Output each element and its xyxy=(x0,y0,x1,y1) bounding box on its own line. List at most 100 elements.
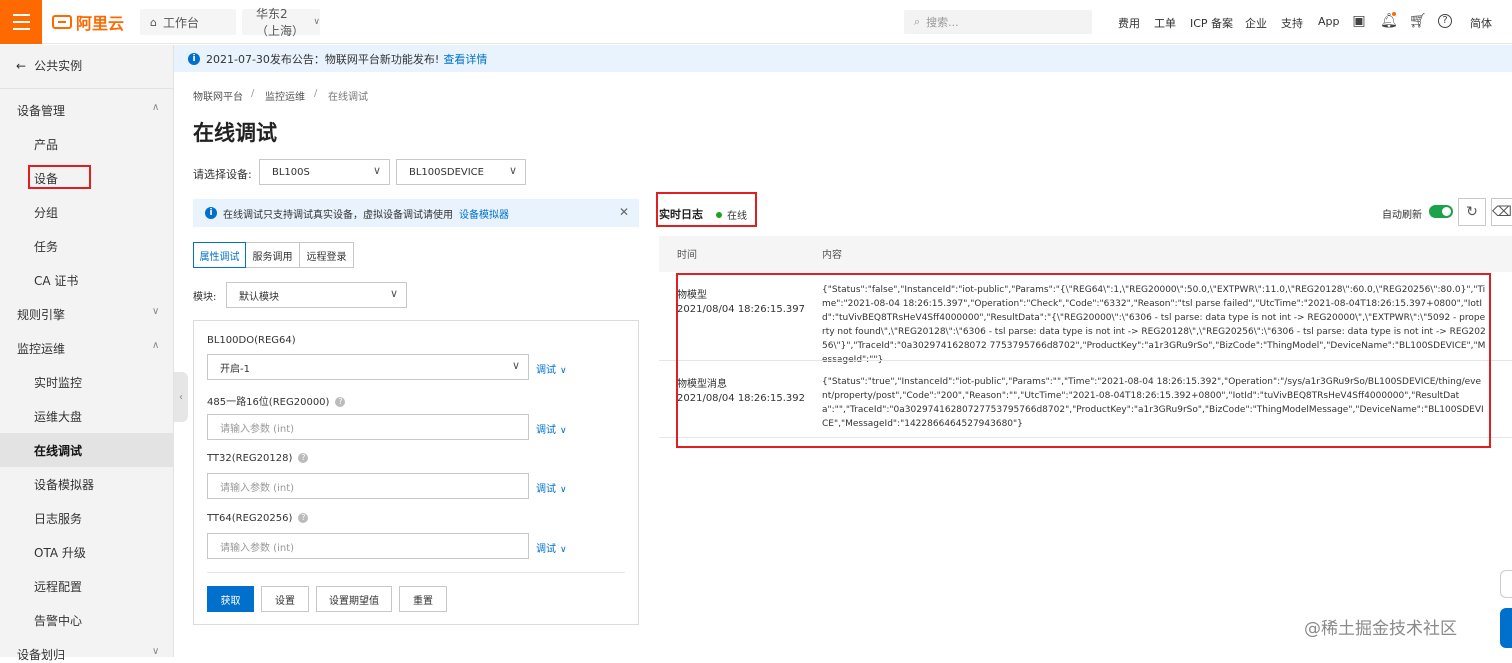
module-label: 模块: xyxy=(193,292,217,303)
reset-button[interactable]: 重置 xyxy=(399,586,447,612)
info-icon: i xyxy=(188,52,200,65)
device-select[interactable]: BL100SDEVICE ∨ xyxy=(396,159,526,185)
breadcrumb-separator: / xyxy=(251,88,255,99)
sidebar-item-ops-dashboard[interactable]: 运维大盘 xyxy=(34,408,82,425)
reg64-select[interactable]: 开启-1 ∨ xyxy=(207,354,529,380)
nav-enterprise[interactable]: 企业 xyxy=(1245,15,1267,31)
annotation-box-log-title xyxy=(656,192,757,227)
sidebar-item-ota[interactable]: OTA 升级 xyxy=(34,544,86,561)
sidebar-group-device-assignment[interactable]: 设备划归 xyxy=(17,646,65,663)
sidebar-item-remote-config[interactable]: 远程配置 xyxy=(34,578,82,595)
breadcrumb-current: 在线调试 xyxy=(328,92,368,103)
get-button[interactable]: 获取 xyxy=(207,586,254,612)
auto-refresh-label: 自动刷新 xyxy=(1382,210,1422,221)
sidebar-item-groups[interactable]: 分组 xyxy=(34,204,58,221)
debug-link-reg20000[interactable]: 调试 ∨ xyxy=(536,421,567,436)
help-icon[interactable]: ? xyxy=(1438,14,1452,28)
annotation-box-devices xyxy=(28,165,91,189)
reg20256-placeholder: 请输入参数 (int) xyxy=(220,542,295,554)
feedback-button[interactable] xyxy=(1500,570,1512,598)
language-switch[interactable]: 简体 xyxy=(1470,15,1492,31)
chevron-down-icon: ∨ xyxy=(313,17,320,27)
close-icon[interactable]: ✕ xyxy=(619,205,629,219)
reg64-value: 开启-1 xyxy=(220,363,250,375)
reg20000-input[interactable]: 请输入参数 (int) xyxy=(207,414,529,440)
workbench-button[interactable]: ⌂ 工作台 xyxy=(140,9,236,35)
nav-icp[interactable]: ICP 备案 xyxy=(1190,15,1233,31)
debug-link-reg64[interactable]: 调试 ∨ xyxy=(536,361,567,376)
top-bar: 阿里云 ⌂ 工作台 华东2（上海） ∨ ⌕ 搜索... 费用 工单 ICP 备案… xyxy=(0,0,1512,44)
hamburger-menu-button[interactable] xyxy=(0,0,42,44)
sidebar-item-log-service[interactable]: 日志服务 xyxy=(34,510,82,527)
announcement-link[interactable]: 查看详情 xyxy=(443,51,487,67)
collapse-sidebar-handle[interactable]: ‹ xyxy=(174,372,188,422)
panel-divider xyxy=(207,572,625,573)
sidebar-item-products[interactable]: 产品 xyxy=(34,136,58,153)
help-icon[interactable]: ? xyxy=(335,397,346,407)
sidebar-item-ca-cert[interactable]: CA 证书 xyxy=(34,272,78,289)
sidebar-item-online-debug[interactable]: 在线调试 xyxy=(34,442,82,459)
back-to-instances[interactable]: ← 公共实例 xyxy=(16,57,82,74)
workbench-label: 工作台 xyxy=(162,15,199,30)
auto-refresh-toggle[interactable] xyxy=(1429,205,1453,218)
chevron-down-icon[interactable]: ∨ xyxy=(152,646,159,657)
sidebar-item-realtime-monitor[interactable]: 实时监控 xyxy=(34,374,82,391)
sidebar-item-tasks[interactable]: 任务 xyxy=(34,238,58,255)
chevron-down-icon: ∨ xyxy=(511,359,520,372)
debug-link-reg20128[interactable]: 调试 ∨ xyxy=(536,480,567,495)
refresh-icon[interactable]: ↻ xyxy=(1458,198,1486,226)
debug-link-reg20256[interactable]: 调试 ∨ xyxy=(536,540,567,555)
help-icon[interactable]: ? xyxy=(298,453,309,463)
chevron-down-icon[interactable]: ∨ xyxy=(152,306,159,317)
notification-dot xyxy=(1392,12,1396,16)
reg20128-label-text: TT32(REG20128) xyxy=(207,453,293,464)
sidebar-group-monitoring[interactable]: 监控运维 xyxy=(17,340,65,357)
float-help-button[interactable] xyxy=(1500,608,1512,648)
debug-link-label: 调试 xyxy=(536,425,556,436)
clear-log-icon[interactable]: ⌫ xyxy=(1491,198,1512,226)
region-selector[interactable]: 华东2（上海） ∨ xyxy=(242,7,320,38)
property-label-reg20256: TT64(REG20256)? xyxy=(207,513,309,524)
breadcrumb-monitoring[interactable]: 监控运维 xyxy=(265,88,305,103)
set-expected-button[interactable]: 设置期望值 xyxy=(316,586,392,612)
nav-tickets[interactable]: 工单 xyxy=(1154,15,1176,31)
tab-remote-login[interactable]: 远程登录 xyxy=(300,242,354,268)
tab-service-call[interactable]: 服务调用 xyxy=(246,242,300,268)
tab-property-debug[interactable]: 属性调试 xyxy=(193,242,246,268)
terminal-icon[interactable]: ▣ xyxy=(1351,13,1367,29)
reg20000-placeholder: 请输入参数 (int) xyxy=(220,423,295,435)
debug-link-label: 调试 xyxy=(536,484,556,495)
module-select[interactable]: 默认模块 ∨ xyxy=(226,282,407,308)
chevron-down-icon: ∨ xyxy=(389,287,398,300)
info-icon: i xyxy=(205,207,217,219)
nav-support[interactable]: 支持 xyxy=(1281,15,1303,31)
sidebar-group-device-management[interactable]: 设备管理 xyxy=(17,102,65,119)
chevron-left-icon: ‹ xyxy=(179,391,183,403)
aliyun-logo[interactable]: 阿里云 xyxy=(52,11,124,33)
property-label-reg64: BL100DO(REG64) xyxy=(207,335,296,346)
chevron-down-icon: ∨ xyxy=(560,485,567,495)
product-select[interactable]: BL100S ∨ xyxy=(259,159,390,185)
module-select-value: 默认模块 xyxy=(239,291,279,303)
annotation-box-log-rows xyxy=(676,273,1491,448)
chevron-up-icon[interactable]: ∧ xyxy=(152,102,159,113)
sidebar-group-rule-engine[interactable]: 规则引擎 xyxy=(17,306,65,323)
breadcrumb-separator: / xyxy=(314,88,318,99)
reg20256-input[interactable]: 请输入参数 (int) xyxy=(207,533,529,559)
set-button[interactable]: 设置 xyxy=(261,586,309,612)
reg20128-input[interactable]: 请输入参数 (int) xyxy=(207,473,529,499)
announcement-text: 2021-07-30发布公告：物联网平台新功能发布! xyxy=(206,52,440,66)
breadcrumb-iot-platform[interactable]: 物联网平台 xyxy=(193,88,243,103)
device-simulator-link[interactable]: 设备模拟器 xyxy=(459,206,509,221)
chevron-up-icon[interactable]: ∧ xyxy=(152,340,159,351)
sidebar-item-alarm-center[interactable]: 告警中心 xyxy=(34,612,82,629)
help-icon[interactable]: ? xyxy=(298,513,309,523)
sidebar-item-device-simulator[interactable]: 设备模拟器 xyxy=(34,476,94,493)
chevron-down-icon: ∨ xyxy=(372,164,381,177)
log-column-content: 内容 xyxy=(822,250,842,261)
nav-app[interactable]: App xyxy=(1318,15,1340,28)
nav-fees[interactable]: 费用 xyxy=(1118,15,1140,31)
search-input[interactable]: ⌕ 搜索... xyxy=(904,10,1092,34)
watermark: @稀土掘金技术社区 xyxy=(1304,619,1457,639)
cart-icon[interactable]: 🛒︎ xyxy=(1409,13,1427,29)
